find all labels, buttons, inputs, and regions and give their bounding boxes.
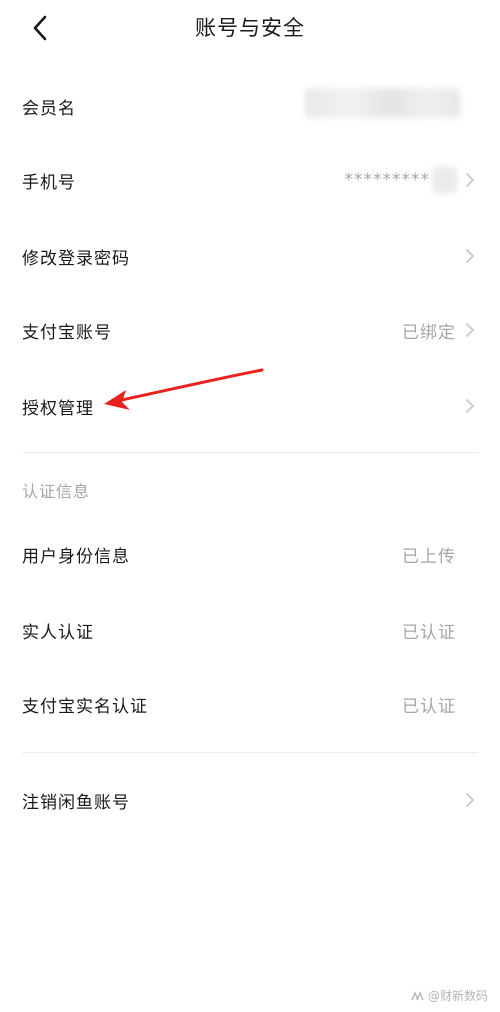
watermark-text: @财新数码 [427, 989, 488, 1003]
chevron-right-icon [466, 173, 474, 187]
watermark: @财新数码 [410, 987, 488, 1004]
row-real-person-verification[interactable]: 实人认证 已认证 [0, 600, 500, 660]
phone-value: ********* [344, 170, 430, 190]
row-alipay-account[interactable]: 支付宝账号 已绑定 [0, 300, 500, 360]
real-person-status: 已认证 [402, 622, 456, 643]
alipay-status: 已绑定 [402, 322, 456, 343]
divider [22, 452, 478, 453]
row-label: 支付宝账号 [22, 322, 112, 343]
annotation-arrow-icon [104, 368, 264, 410]
row-label: 用户身份信息 [22, 546, 130, 567]
row-label: 支付宝实名认证 [22, 696, 148, 717]
section-title-verification: 认证信息 [22, 482, 91, 501]
row-cancel-account[interactable]: 注销闲鱼账号 [0, 770, 500, 830]
row-label: 实人认证 [22, 622, 94, 643]
alipay-real-name-status: 已认证 [402, 696, 456, 717]
row-alipay-real-name[interactable]: 支付宝实名认证 已认证 [0, 674, 500, 734]
blurred-member-name [305, 88, 460, 118]
chevron-right-icon [466, 793, 474, 807]
chevron-right-icon [466, 249, 474, 263]
identity-status: 已上传 [402, 546, 456, 567]
row-label: 修改登录密码 [22, 248, 130, 269]
chevron-right-icon [466, 323, 474, 337]
row-label: 会员名 [22, 98, 76, 119]
row-identity-info[interactable]: 用户身份信息 已上传 [0, 524, 500, 584]
nav-header: 账号与安全 [0, 0, 500, 56]
page-title: 账号与安全 [195, 16, 305, 40]
row-change-password[interactable]: 修改登录密码 [0, 226, 500, 286]
blurred-phone-digits [432, 166, 458, 194]
row-phone[interactable]: 手机号 ********* [0, 150, 500, 210]
row-label: 授权管理 [22, 398, 94, 419]
watermark-logo-icon [411, 990, 424, 1000]
row-label: 手机号 [22, 172, 76, 193]
divider [22, 752, 478, 753]
chevron-right-icon [466, 399, 474, 413]
row-label: 注销闲鱼账号 [22, 792, 130, 813]
